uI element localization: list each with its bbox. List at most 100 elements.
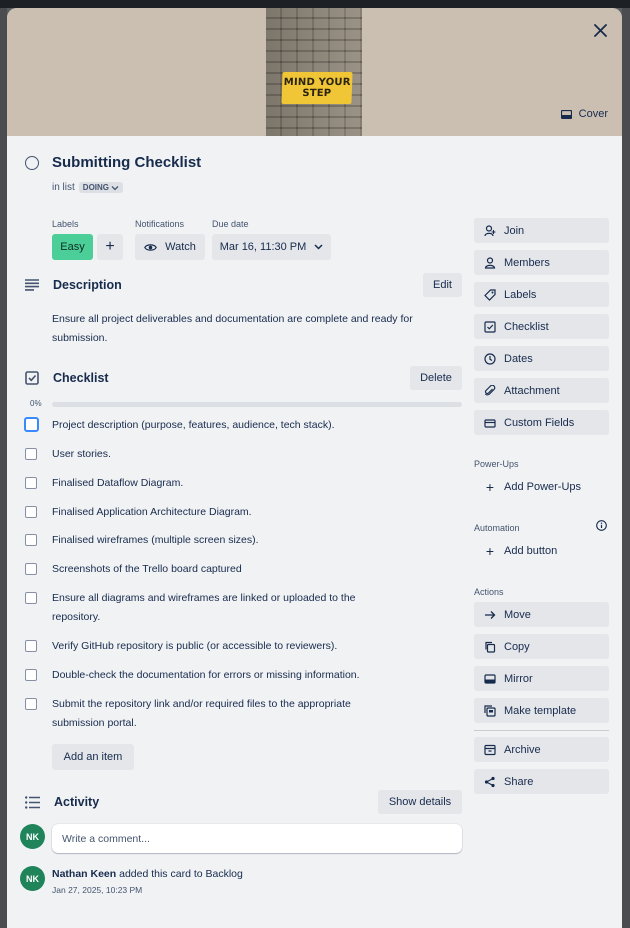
activity-avatar[interactable]: NK	[20, 866, 45, 891]
powerups-heading: Power-Ups	[474, 459, 519, 469]
chevron-down-icon	[314, 244, 323, 250]
activity-icon	[25, 795, 40, 809]
tag-icon	[484, 288, 496, 301]
checklist-item[interactable]: Finalised Dataflow Diagram.	[25, 474, 425, 493]
edit-description-button[interactable]: Edit	[423, 273, 462, 297]
checklist-item-checkbox[interactable]	[25, 563, 37, 575]
checklist-item[interactable]: Project description (purpose, features, …	[24, 416, 425, 435]
join-icon	[484, 224, 496, 237]
checklist-item[interactable]: User stories.	[25, 445, 425, 464]
share-label: Share	[504, 775, 534, 788]
checklist-item-checkbox[interactable]	[24, 417, 39, 432]
activity-entry: Nathan Keen added this card to Backlog	[52, 868, 243, 880]
add-checklist-item-button[interactable]: Add an item	[52, 744, 134, 770]
join-label: Join	[504, 224, 525, 237]
description-text[interactable]: Ensure all project deliverables and docu…	[52, 310, 452, 348]
info-icon[interactable]	[596, 520, 607, 531]
checklist-item-checkbox[interactable]	[25, 592, 37, 604]
checklist-item[interactable]: Verify GitHub repository is public (or a…	[25, 637, 425, 656]
description-icon	[25, 279, 39, 291]
attachment-label: Attachment	[504, 384, 560, 397]
checklist-item-text[interactable]: Finalised Dataflow Diagram.	[52, 474, 183, 493]
checkbox-icon	[484, 320, 496, 333]
label-easy[interactable]: Easy	[52, 234, 93, 260]
checklist-label: Checklist	[504, 320, 549, 333]
checklist-item-text[interactable]: Submit the repository link and/or requir…	[52, 695, 377, 733]
custom-fields-button[interactable]: Custom Fields	[474, 410, 609, 435]
make-template-button[interactable]: Make template	[474, 698, 609, 723]
attachment-button[interactable]: Attachment	[474, 378, 609, 403]
checklist-item-checkbox[interactable]	[25, 506, 37, 518]
avatar[interactable]: NK	[20, 824, 45, 849]
comment-input[interactable]: Write a comment...	[52, 824, 462, 853]
card-detail-modal: MIND YOUR STEP Cover Submitting Checklis…	[7, 8, 622, 928]
arrow-right-icon	[484, 609, 496, 621]
checklist-heading: Checklist	[53, 371, 109, 385]
checklist-progress-percent: 0%	[30, 399, 42, 408]
checklist-item-text[interactable]: Ensure all diagrams and wireframes are l…	[52, 589, 392, 627]
labels-button[interactable]: Labels	[474, 282, 609, 307]
actions-divider	[474, 730, 609, 731]
checklist-item-text[interactable]: Finalised Application Architecture Diagr…	[52, 503, 252, 522]
checklist-item-checkbox[interactable]	[25, 669, 37, 681]
board-backdrop-right	[622, 8, 630, 928]
card-title[interactable]: Submitting Checklist	[52, 154, 201, 171]
checklist-button[interactable]: Checklist	[474, 314, 609, 339]
checklist-item[interactable]: Double-check the documentation for error…	[25, 666, 425, 685]
add-powerups-button[interactable]: + Add Power-Ups	[474, 474, 609, 499]
delete-checklist-button[interactable]: Delete	[410, 366, 462, 390]
close-button[interactable]	[588, 18, 612, 42]
close-icon	[593, 23, 607, 37]
watch-button[interactable]: Watch	[135, 234, 205, 260]
checklist-item[interactable]: Finalised Application Architecture Diagr…	[25, 503, 425, 522]
plus-icon: +	[485, 542, 495, 559]
make-template-label: Make template	[504, 704, 577, 717]
checklist-item-text[interactable]: Screenshots of the Trello board captured	[52, 560, 242, 579]
checklist-item-text[interactable]: Verify GitHub repository is public (or a…	[52, 637, 337, 656]
complete-toggle-icon[interactable]	[25, 155, 39, 170]
notifications-heading: Notifications	[135, 219, 185, 229]
join-button[interactable]: Join	[474, 218, 609, 243]
cover-button[interactable]: Cover	[560, 104, 608, 124]
add-button-label: Add button	[504, 544, 558, 557]
activity-action: added this card to Backlog	[116, 868, 243, 880]
automation-heading: Automation	[474, 523, 520, 533]
checklist-item-checkbox[interactable]	[25, 640, 37, 652]
due-date-value: Mar 16, 11:30 PM	[219, 241, 307, 253]
members-button[interactable]: Members	[474, 250, 609, 275]
archive-label: Archive	[504, 743, 541, 756]
labels-heading: Labels	[52, 219, 79, 229]
checklist-item-text[interactable]: User stories.	[52, 445, 111, 464]
plus-icon: +	[485, 478, 495, 495]
checklist-item-text[interactable]: Double-check the documentation for error…	[52, 666, 360, 685]
checklist-item[interactable]: Finalised wireframes (multiple screen si…	[25, 531, 425, 550]
show-details-button[interactable]: Show details	[378, 790, 462, 814]
dates-button[interactable]: Dates	[474, 346, 609, 371]
add-label-button[interactable]: +	[97, 234, 123, 260]
checklist-item-text[interactable]: Finalised wireframes (multiple screen si…	[52, 531, 259, 550]
move-button[interactable]: Move	[474, 602, 609, 627]
person-icon	[484, 256, 496, 269]
checklist-item-text[interactable]: Project description (purpose, features, …	[52, 416, 334, 435]
checklist-item-checkbox[interactable]	[25, 698, 37, 710]
due-date-button[interactable]: Mar 16, 11:30 PM	[212, 234, 331, 260]
checklist-item[interactable]: Screenshots of the Trello board captured	[25, 560, 425, 579]
actions-heading: Actions	[474, 587, 504, 597]
checklist-item-checkbox[interactable]	[25, 534, 37, 546]
checklist-item[interactable]: Submit the repository link and/or requir…	[25, 695, 405, 733]
archive-button[interactable]: Archive	[474, 737, 609, 762]
checklist-item[interactable]: Ensure all diagrams and wireframes are l…	[25, 589, 405, 627]
checklist-item-checkbox[interactable]	[25, 448, 37, 460]
cover-image: MIND YOUR STEP	[266, 8, 362, 136]
activity-user[interactable]: Nathan Keen	[52, 868, 116, 880]
activity-timestamp[interactable]: Jan 27, 2025, 10:23 PM	[52, 885, 142, 895]
add-button-button[interactable]: + Add button	[474, 538, 609, 563]
list-selector[interactable]: DOING	[78, 182, 124, 193]
checklist-icon	[25, 371, 39, 385]
share-button[interactable]: Share	[474, 769, 609, 794]
list-name: DOING	[82, 183, 110, 192]
copy-button[interactable]: Copy	[474, 634, 609, 659]
mirror-button[interactable]: Mirror	[474, 666, 609, 691]
checklist-item-checkbox[interactable]	[25, 477, 37, 489]
cover-image-sign: MIND YOUR STEP	[281, 72, 353, 104]
